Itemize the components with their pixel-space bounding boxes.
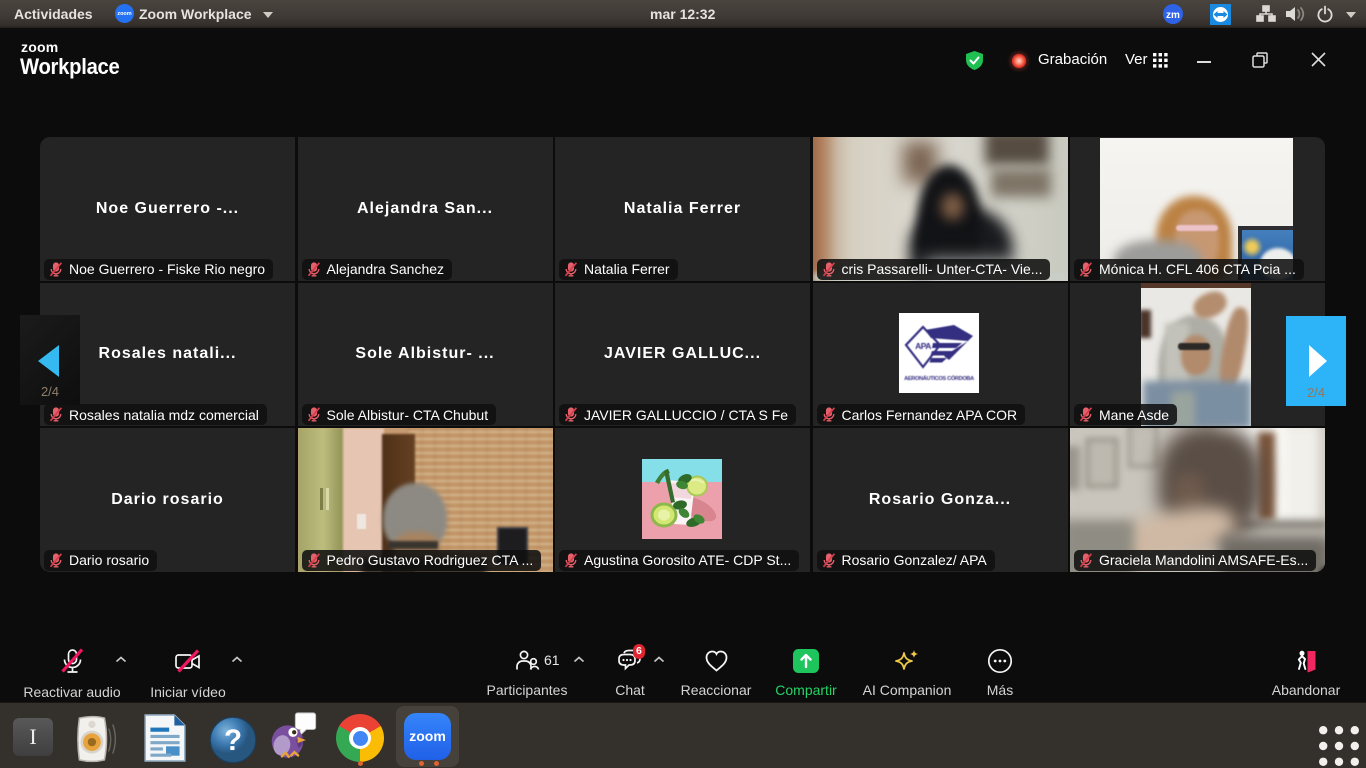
svg-text:APA: APA <box>915 341 931 351</box>
svg-text:?: ? <box>224 724 242 757</box>
svg-text:AERONÁUTICOS CÓRDOBA: AERONÁUTICOS CÓRDOBA <box>904 374 974 382</box>
